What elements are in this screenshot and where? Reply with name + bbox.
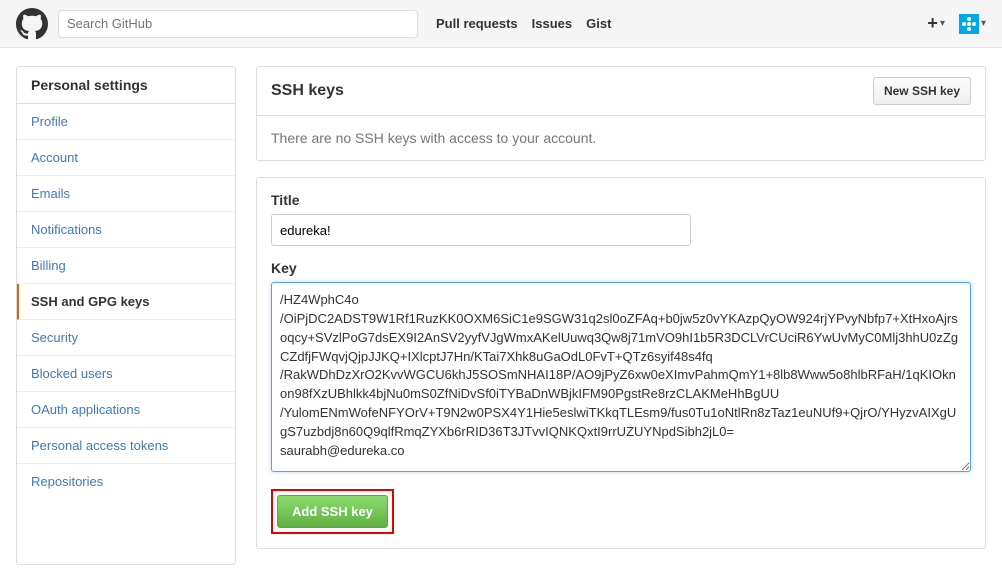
search-input[interactable] (58, 10, 418, 38)
sidebar-item-notifications[interactable]: Notifications (17, 212, 235, 248)
github-logo-icon[interactable] (16, 8, 48, 40)
sidebar-item-repositories[interactable]: Repositories (17, 464, 235, 499)
user-menu-dropdown[interactable]: ▾ (959, 14, 986, 34)
sidebar-item-emails[interactable]: Emails (17, 176, 235, 212)
header-actions: + ▾ ▾ (927, 13, 986, 34)
sidebar-item-profile[interactable]: Profile (17, 104, 235, 140)
add-key-form: Title Key Add SSH key (256, 177, 986, 549)
panel-title: SSH keys (271, 82, 344, 100)
sidebar-heading: Personal settings (17, 67, 235, 104)
sidebar-item-oauth[interactable]: OAuth applications (17, 392, 235, 428)
avatar-icon (959, 14, 979, 34)
plus-icon: + (927, 13, 938, 34)
highlight-annotation: Add SSH key (271, 489, 394, 534)
settings-sidebar: Personal settings Profile Account Emails… (16, 66, 236, 565)
nav-pull-requests[interactable]: Pull requests (436, 16, 518, 31)
sidebar-item-security[interactable]: Security (17, 320, 235, 356)
empty-state-message: There are no SSH keys with access to you… (257, 116, 985, 160)
primary-nav: Pull requests Issues Gist (436, 16, 611, 31)
nav-issues[interactable]: Issues (532, 16, 572, 31)
new-ssh-key-button[interactable]: New SSH key (873, 77, 971, 105)
title-label: Title (271, 192, 971, 208)
key-label: Key (271, 260, 971, 276)
caret-down-icon: ▾ (981, 18, 986, 29)
title-input[interactable] (271, 214, 691, 246)
key-textarea[interactable] (271, 282, 971, 472)
sidebar-item-tokens[interactable]: Personal access tokens (17, 428, 235, 464)
top-header: Pull requests Issues Gist + ▾ ▾ (0, 0, 1002, 48)
create-new-dropdown[interactable]: + ▾ (927, 13, 945, 34)
caret-down-icon: ▾ (940, 18, 945, 29)
ssh-keys-panel: SSH keys New SSH key There are no SSH ke… (256, 66, 986, 161)
sidebar-item-ssh-gpg[interactable]: SSH and GPG keys (17, 284, 235, 320)
sidebar-item-blocked-users[interactable]: Blocked users (17, 356, 235, 392)
nav-gist[interactable]: Gist (586, 16, 611, 31)
sidebar-item-account[interactable]: Account (17, 140, 235, 176)
main-content: SSH keys New SSH key There are no SSH ke… (256, 66, 986, 565)
sidebar-item-billing[interactable]: Billing (17, 248, 235, 284)
add-ssh-key-button[interactable]: Add SSH key (277, 495, 388, 528)
